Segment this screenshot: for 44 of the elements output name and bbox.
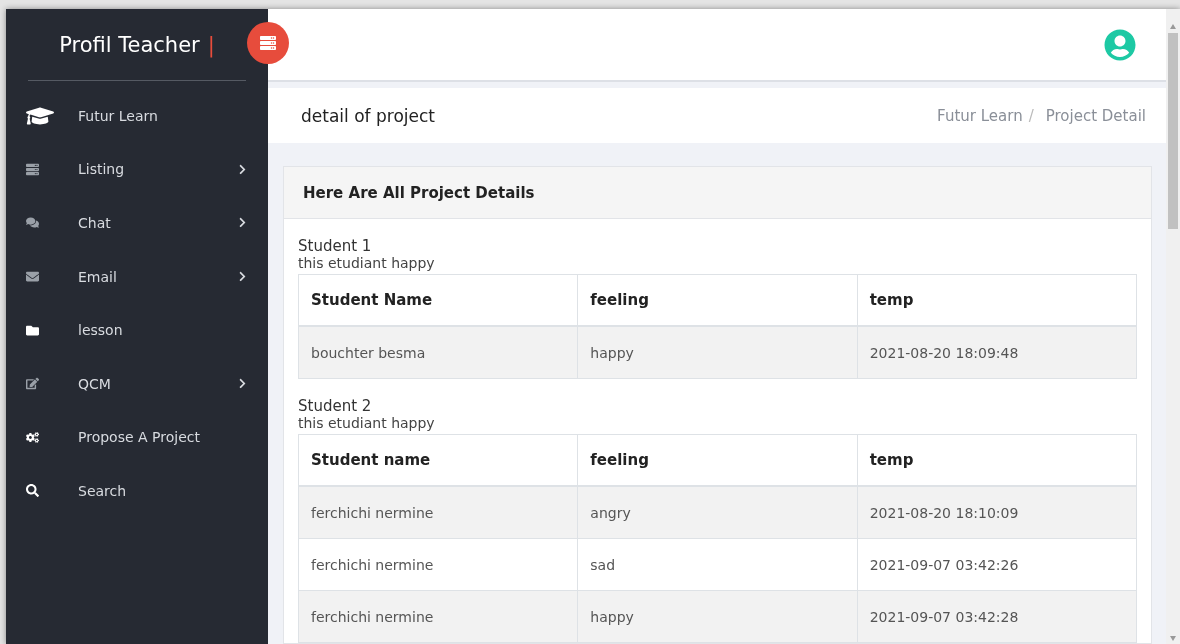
server-icon [26,162,39,176]
table-cell: happy [577,590,858,643]
table-cell: ferchichi nermine [298,486,578,539]
table-cell: ferchichi nermine [298,538,578,591]
page-title: detail of project [301,105,435,126]
chevron-icon [237,217,248,229]
table-cell: 2021-08-20 18:10:09 [857,486,1137,539]
sidebar-item[interactable]: QCM [6,356,268,411]
student-heading: Student 1 [298,237,373,255]
edit-icon [26,377,39,391]
card-title: Here Are All Project Details [284,167,1151,219]
table-cell: 2021-09-07 03:42:26 [857,538,1137,591]
menu-toggle-button[interactable] [247,22,289,64]
table-cell: 2021-08-20 18:09:48 [857,326,1137,379]
breadcrumb-separator: / [1028,106,1034,125]
chat-bubbles-icon [26,216,39,230]
sidebar-item[interactable]: Listing [6,142,268,197]
title-separator-text: | [207,32,215,57]
sidebar-item[interactable]: Email [6,249,268,304]
sidebar-item[interactable]: Futur Learn [6,89,268,143]
student-note: this etudiant happy [298,415,436,431]
table-cell: angry [577,486,858,539]
student-heading: Student 2 [298,397,373,415]
envelope-icon [26,270,39,284]
search-icon [26,484,39,498]
table-cell: happy [577,326,858,379]
sidebar-item[interactable]: Chat [6,196,268,250]
chevron-icon [237,378,248,390]
sidebar-item[interactable]: Search [6,464,268,518]
chevron-icon [237,163,248,175]
table-cell: sad [577,538,858,591]
chevron-icon [237,271,248,283]
student-note: this etudiant happy [298,255,436,271]
table-cell: 2021-09-07 03:42:28 [857,590,1137,643]
sidebar-item[interactable]: Propose A Project [6,410,268,465]
sidebar-title: Profil Teacher [59,32,200,57]
table-cell: bouchter besma [298,326,578,379]
sidebar-item[interactable]: lesson [6,303,268,357]
folder-icon [26,323,39,337]
gears-icon [26,430,39,444]
user-avatar-icon[interactable] [1104,28,1136,61]
scrollbar[interactable] [1166,9,1180,644]
table-cell: ferchichi nermine [298,590,578,643]
server-icon [260,35,276,51]
